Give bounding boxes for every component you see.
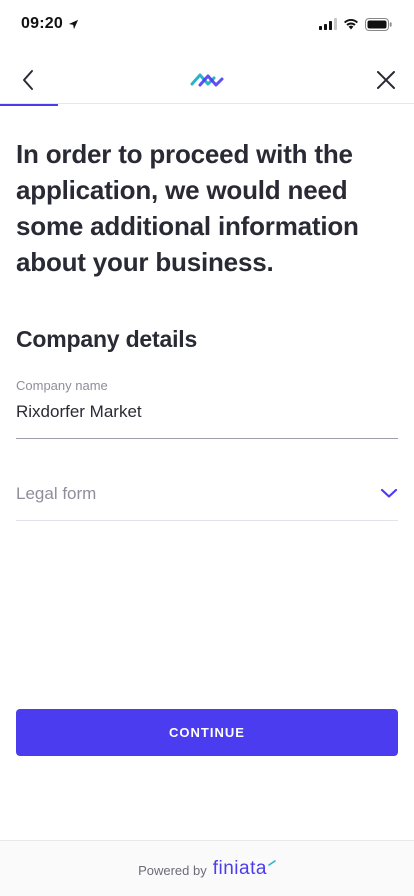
brand-name: finiata <box>212 858 267 879</box>
nav-bar <box>0 56 414 104</box>
finiata-brand: finiata <box>213 858 276 880</box>
location-arrow-icon <box>68 19 79 29</box>
wifi-icon <box>344 19 358 30</box>
company-name-label: Company name <box>16 378 108 393</box>
continue-button[interactable]: CONTINUE <box>16 709 398 756</box>
page-headline: In order to proceed with the application… <box>16 139 359 277</box>
finiata-infinity-logo <box>190 73 224 87</box>
footer: Powered by finiata <box>0 840 414 896</box>
status-bar: 09:20 <box>0 0 414 48</box>
brand-accent-mark <box>268 860 276 866</box>
status-left: 09:20 <box>21 15 79 33</box>
powered-by-text: Powered by <box>138 863 207 878</box>
status-right <box>319 17 392 31</box>
cellular-signal-icon <box>319 18 337 30</box>
company-name-field[interactable]: Company name Rixdorfer Market <box>16 374 398 439</box>
legal-form-placeholder: Legal form <box>16 484 97 503</box>
chevron-down-icon <box>380 488 398 498</box>
section-title: Company details <box>16 326 198 352</box>
progress-fill <box>0 104 58 106</box>
chevron-left-icon[interactable] <box>17 68 41 92</box>
battery-icon <box>365 17 392 31</box>
progress-bar <box>0 104 414 106</box>
status-time: 09:20 <box>21 15 63 32</box>
screen: 09:20 In order to proceed with the appli… <box>0 0 414 896</box>
company-name-value[interactable]: Rixdorfer Market <box>16 402 142 422</box>
close-icon[interactable] <box>374 68 398 92</box>
legal-form-select[interactable]: Legal form <box>16 470 398 521</box>
